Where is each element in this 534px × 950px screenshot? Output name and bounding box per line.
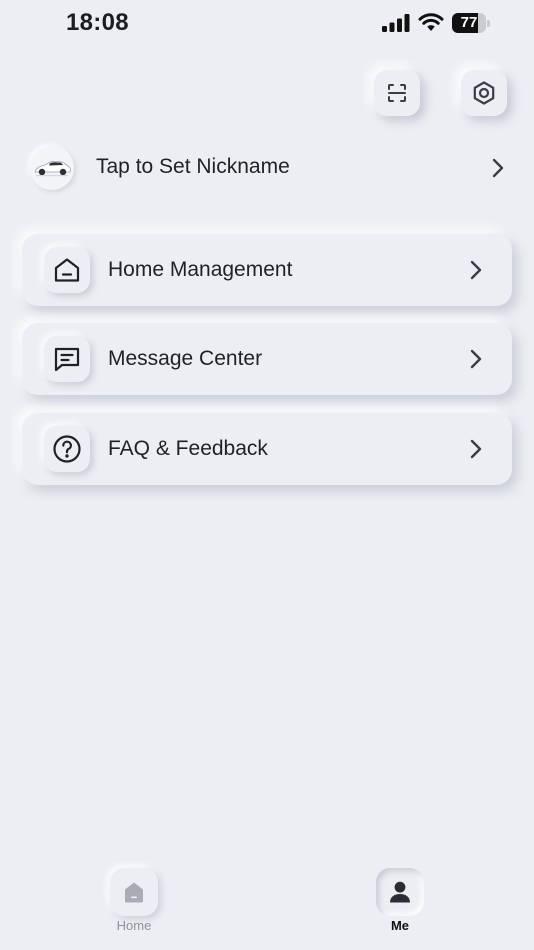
menu-item-message-center[interactable]: Message Center [22, 323, 512, 395]
chevron-right-icon [470, 439, 482, 459]
menu-item-label: FAQ & Feedback [108, 437, 268, 460]
question-icon-wrap [44, 426, 90, 472]
scan-button[interactable] [374, 70, 420, 116]
settings-hex-icon [473, 81, 495, 105]
tab-label-me: Me [390, 918, 410, 933]
chevron-right-icon [470, 260, 482, 280]
menu-item-label: Home Management [108, 258, 293, 281]
tab-label-home: Home [116, 918, 152, 933]
person-icon-wrap [376, 868, 424, 916]
home-icon [54, 258, 80, 282]
menu-item-home-management[interactable]: Home Management [22, 234, 512, 306]
message-icon [54, 347, 80, 372]
home-icon-wrap [44, 247, 90, 293]
menu-item-faq-feedback[interactable]: FAQ & Feedback [22, 413, 512, 485]
status-bar: 18:08 77 [0, 0, 534, 50]
nickname-label[interactable]: Tap to Set Nickname [96, 155, 290, 179]
home-tab-icon-wrap [110, 868, 158, 916]
person-icon [390, 881, 410, 903]
car-avatar[interactable] [30, 146, 74, 190]
battery-level: 77 [460, 14, 478, 31]
profile-row[interactable]: Tap to Set Nickname [30, 143, 508, 193]
settings-button[interactable] [461, 70, 507, 116]
message-icon-wrap [44, 336, 90, 382]
question-icon [53, 435, 81, 463]
wifi-icon [418, 13, 444, 31]
scan-icon [388, 84, 406, 102]
chevron-right-icon [492, 158, 504, 178]
tab-me[interactable]: Me [360, 868, 440, 944]
home-tab-icon [125, 882, 143, 903]
menu-item-label: Message Center [108, 347, 263, 370]
cellular-signal-icon [382, 14, 410, 32]
chevron-right-icon [470, 349, 482, 369]
bottom-tab-bar: Home Me [0, 860, 534, 950]
status-time: 18:08 [66, 9, 129, 36]
battery-indicator: 77 [452, 13, 490, 33]
tab-home[interactable]: Home [94, 868, 174, 944]
